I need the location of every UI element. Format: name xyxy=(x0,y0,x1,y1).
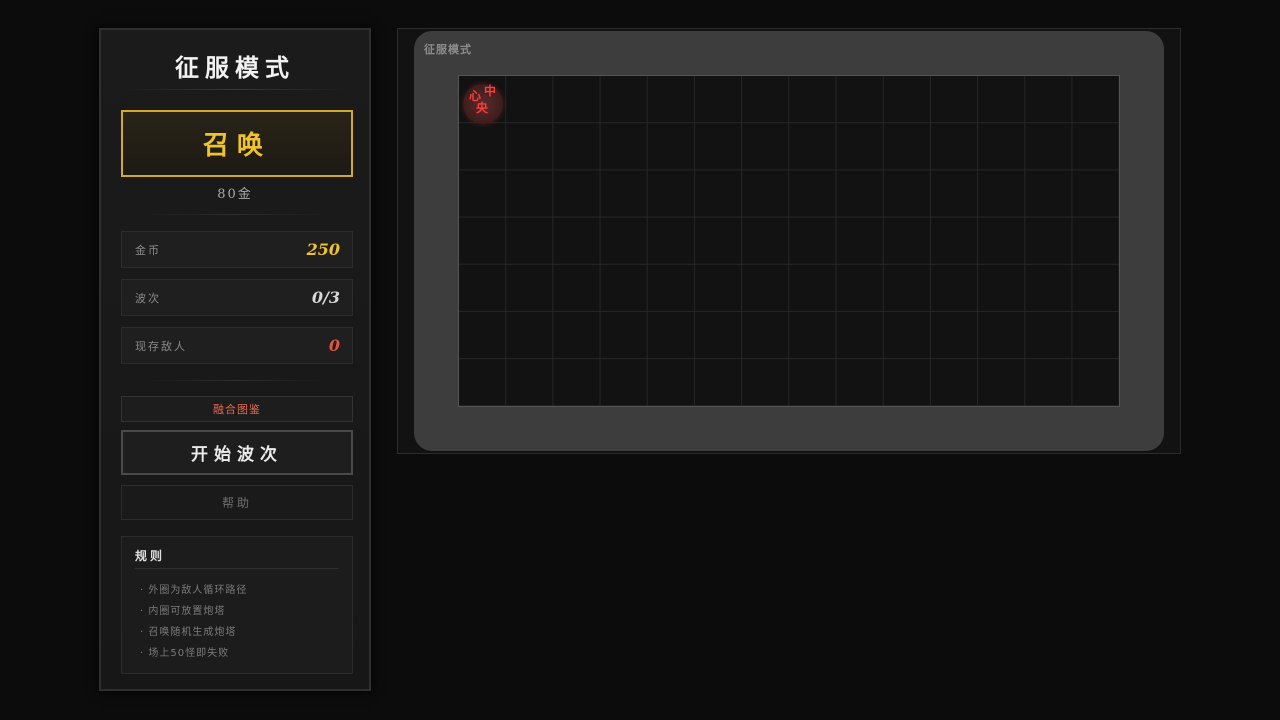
stat-enemies-value: 0 xyxy=(328,336,340,355)
stat-wave-label: 波次 xyxy=(135,291,161,305)
divider xyxy=(141,380,329,381)
stat-enemies: 现存敌人 0 xyxy=(121,327,353,364)
stat-gold-value: 250 xyxy=(306,240,340,259)
stat-enemies-label: 现存敌人 xyxy=(135,339,187,353)
board-label: 征服模式 xyxy=(424,43,472,56)
stat-gold-label: 金币 xyxy=(135,243,161,257)
rules-panel: 规则 · 外圈为敌人循环路径 · 内圈可放置炮塔 · 召唤随机生成炮塔 · 场上… xyxy=(121,536,353,674)
mode-title: 征服模式 xyxy=(175,53,295,82)
tower-placement-grid[interactable] xyxy=(458,75,1120,407)
stat-wave: 波次 0/3 xyxy=(121,279,353,316)
rules-item: · 召唤随机生成炮塔 xyxy=(140,627,237,638)
fusion-codex-button[interactable]: 融合图鉴 xyxy=(121,396,353,422)
summon-button[interactable]: 召唤 xyxy=(121,110,353,177)
help-button[interactable]: 帮助 xyxy=(121,485,353,520)
stat-gold: 金币 250 xyxy=(121,231,353,268)
start-wave-button[interactable]: 开始波次 xyxy=(121,430,353,475)
divider xyxy=(141,214,329,215)
stat-wave-value: 0/3 xyxy=(311,288,340,307)
central-core[interactable]: 心 中 央 xyxy=(463,84,503,124)
rules-item: · 外圈为敌人循环路径 xyxy=(140,585,248,596)
control-panel: 征服模式 召唤 80金 金币 250 波次 0/3 现存敌人 0 融合图鉴 开始… xyxy=(99,28,371,691)
summon-cost: 80金 xyxy=(217,187,253,202)
rules-item: · 场上50怪即失败 xyxy=(140,648,230,659)
core-glyph: 中 xyxy=(484,84,497,98)
title-divider xyxy=(123,89,347,90)
core-glyph: 央 xyxy=(476,101,489,115)
rules-title: 规则 xyxy=(135,549,166,563)
rules-divider xyxy=(135,568,339,569)
rules-item: · 内圈可放置炮塔 xyxy=(140,606,226,617)
